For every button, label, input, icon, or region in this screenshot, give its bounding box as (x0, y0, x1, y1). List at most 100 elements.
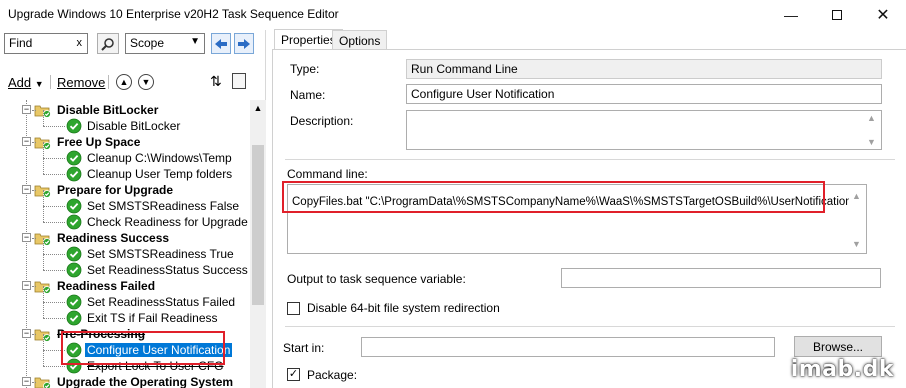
name-label: Name: (290, 88, 326, 102)
remove-button[interactable]: Remove (57, 75, 105, 90)
browse-button[interactable]: Browse... (794, 336, 882, 357)
tree-line (32, 142, 36, 143)
tree-step-label: Set ReadinessStatus Success (87, 263, 248, 277)
chevron-up-icon: ▲ (867, 113, 876, 123)
properties-panel: Type: Run Command Line Name: Configure U… (272, 49, 906, 388)
chevron-down-icon: ▼ (141, 77, 151, 87)
success-check-icon (66, 342, 82, 358)
output-variable-label: Output to task sequence variable: (287, 272, 466, 286)
command-line-label: Command line: (287, 167, 368, 181)
tree-line (43, 126, 65, 127)
description-input[interactable]: ▲ ▼ (406, 110, 882, 150)
scope-select[interactable]: Scope ▼ (125, 33, 205, 54)
tree-step[interactable]: Cleanup User Temp folders (43, 158, 234, 182)
tree-group[interactable]: − Free Up Space (22, 134, 142, 150)
search-button[interactable] (97, 33, 119, 54)
minimize-icon: — (784, 7, 798, 23)
type-value: Run Command Line (406, 59, 882, 79)
sort-icon[interactable]: ⇅ (210, 73, 222, 90)
tree-step-label: Set ReadinessStatus Failed (87, 295, 236, 309)
tree-group[interactable]: − Upgrade the Operating System (22, 374, 235, 388)
add-button[interactable]: Add ▼ (8, 75, 44, 90)
chevron-down-icon: ▼ (852, 239, 861, 249)
tree-line (43, 302, 44, 318)
success-check-icon (66, 310, 82, 326)
maximize-button[interactable] (814, 0, 860, 30)
tree-step[interactable]: Set ReadinessStatus Failed (43, 286, 237, 310)
tree-line (43, 206, 44, 222)
find-box[interactable]: x (4, 33, 88, 54)
tree-line (43, 366, 65, 367)
command-line-value: CopyFiles.bat "C:\ProgramData\%SMSTSComp… (292, 196, 856, 208)
success-check-icon (66, 214, 82, 230)
tree-group[interactable]: − Readiness Failed (22, 278, 157, 294)
tree-line (43, 270, 65, 271)
close-button[interactable]: ✕ (860, 0, 906, 30)
description-scrollbar[interactable]: ▲ ▼ (864, 111, 881, 149)
move-up-button[interactable]: ▲ (116, 74, 132, 90)
chevron-up-icon: ▲ (852, 191, 861, 201)
tree-line (43, 286, 44, 302)
collapse-toggle[interactable]: − (22, 377, 31, 386)
tree-group-label: Prepare for Upgrade (57, 183, 174, 197)
command-line-input[interactable]: CopyFiles.bat "C:\ProgramData\%SMSTSComp… (287, 184, 867, 254)
tree-step[interactable]: Configure User Notification (43, 334, 233, 358)
arrow-right-icon (238, 38, 250, 49)
watermark: imab.dk (790, 357, 894, 382)
tree-step[interactable]: Cleanup C:\Windows\Temp (43, 142, 234, 166)
tree-step[interactable]: Export Lock To User CFG (43, 350, 226, 374)
description-label: Description: (290, 114, 354, 128)
tree-step-label: Exit TS if Fail Readiness (87, 311, 218, 325)
tree-step[interactable]: Set SMSTSReadiness False (43, 190, 241, 214)
tree-line (43, 318, 65, 319)
chevron-up-icon[interactable]: ▲ (250, 100, 266, 116)
tree-line (43, 158, 65, 159)
close-icon: ✕ (876, 7, 890, 24)
tree-step-label: Set SMSTSReadiness False (87, 199, 240, 213)
tree-step[interactable]: Set ReadinessStatus Success (43, 254, 250, 278)
tree-step[interactable]: Set SMSTSReadiness True (43, 238, 236, 262)
collapse-toggle[interactable]: − (22, 233, 31, 242)
tree-group[interactable]: − Pre-Processing (22, 326, 147, 342)
tree-line (43, 254, 44, 270)
find-next-button[interactable] (234, 33, 254, 54)
find-clear-button[interactable]: x (77, 37, 83, 49)
page-icon[interactable] (232, 73, 246, 89)
success-check-icon (66, 166, 82, 182)
tree-step[interactable]: Check Readiness for Upgrade (43, 206, 250, 230)
tree-scrollbar[interactable]: ▲ (250, 100, 266, 388)
tree-step[interactable]: Exit TS if Fail Readiness (43, 302, 220, 326)
tree-group[interactable]: − Disable BitLocker (22, 102, 160, 118)
tree-group[interactable]: − Readiness Success (22, 230, 171, 246)
scrollbar-thumb[interactable] (252, 145, 264, 305)
start-in-input[interactable] (361, 337, 775, 357)
find-previous-button[interactable] (211, 33, 231, 54)
collapse-toggle[interactable]: − (22, 105, 31, 114)
disable-64bit-checkbox[interactable] (287, 302, 300, 315)
disable-64bit-label: Disable 64-bit file system redirection (307, 301, 500, 315)
task-sequence-tree-pane: x Scope ▼ Add ▼ Remove ▲ ▼ ⇅ (0, 30, 266, 388)
find-input[interactable] (9, 36, 73, 50)
name-input[interactable]: Configure User Notification (406, 84, 882, 104)
collapse-toggle[interactable]: − (22, 185, 31, 194)
collapse-toggle[interactable]: − (22, 329, 31, 338)
tree-step-label: Set SMSTSReadiness True (87, 247, 234, 261)
tree-step-label: Disable BitLocker (87, 119, 181, 133)
tree-line (43, 302, 65, 303)
tree-step-label: Check Readiness for Upgrade (87, 215, 248, 229)
output-variable-input[interactable] (561, 268, 881, 288)
collapse-toggle[interactable]: − (22, 281, 31, 290)
tree-group[interactable]: − Prepare for Upgrade (22, 182, 175, 198)
minimize-button[interactable]: — (768, 0, 814, 30)
collapse-toggle[interactable]: − (22, 137, 31, 146)
tree-group-label: Upgrade the Operating System (57, 375, 234, 388)
tab-options[interactable]: Options (332, 30, 388, 50)
tree-line (32, 382, 36, 383)
properties-pane: Properties Options Type: Run Command Lin… (272, 29, 906, 388)
package-checkbox[interactable]: ✓ (287, 368, 300, 381)
tree-step[interactable]: Disable BitLocker (43, 110, 182, 134)
command-line-scrollbar[interactable]: ▲ ▼ (849, 185, 866, 253)
move-down-button[interactable]: ▼ (138, 74, 154, 90)
success-check-icon (66, 246, 82, 262)
tree-line (43, 254, 65, 255)
